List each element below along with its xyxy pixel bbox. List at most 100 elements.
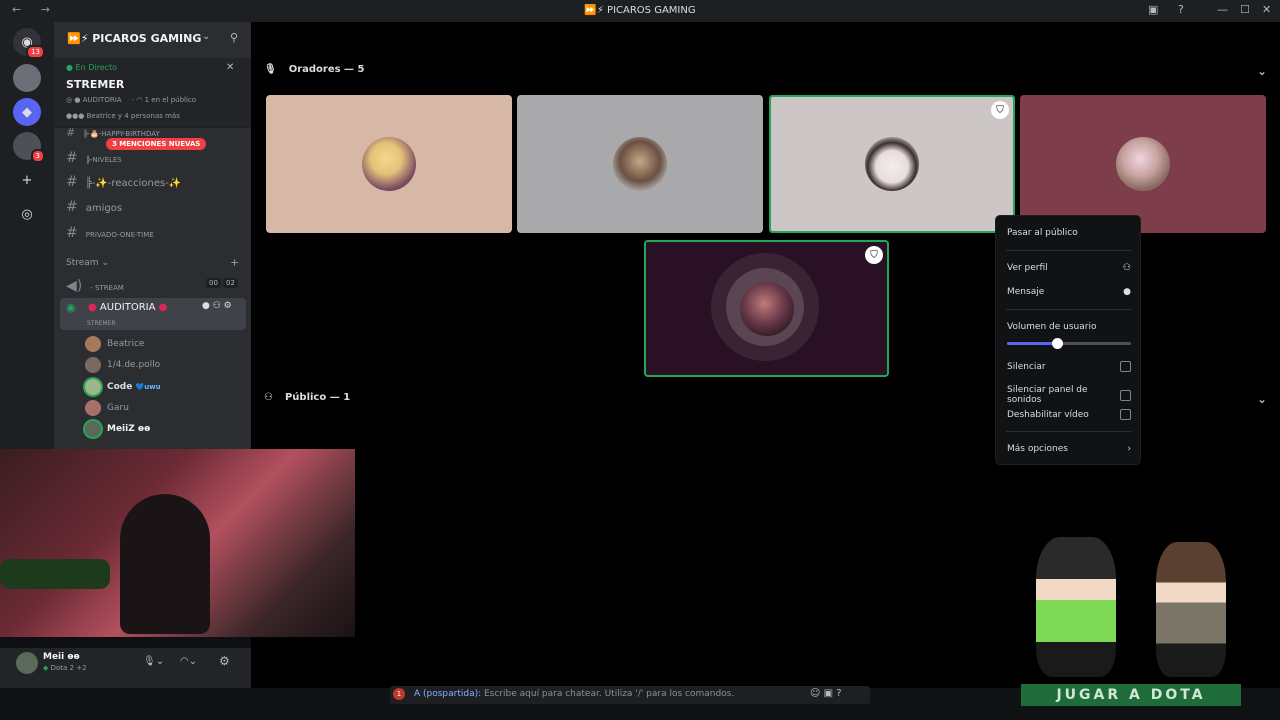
volume-label: Volumen de usuario	[1007, 322, 1097, 332]
live-dot-icon: ●	[66, 63, 73, 72]
chibi-sticker	[1036, 537, 1116, 677]
server-icon[interactable]: 3	[13, 132, 45, 163]
avatar	[1116, 137, 1170, 191]
speaker-tile-speaking[interactable]: ⛉	[644, 240, 889, 377]
speaker-tile[interactable]	[266, 95, 512, 233]
audience-icon: ⚇	[264, 392, 273, 403]
avatar	[739, 281, 794, 336]
volume-slider[interactable]	[1007, 338, 1131, 349]
channel-niveles[interactable]: # ╠-NIVELES	[66, 150, 122, 166]
voice-status-panel: ● En Directo ✕ STREMER ◎ ● AUDITORIA · ◠…	[54, 58, 251, 128]
auditoria-subtitle: STREMER	[87, 320, 116, 327]
chat-prefix: A (pospartida):	[414, 689, 482, 699]
minimize-button[interactable]: —	[1217, 3, 1228, 16]
speaker-tile[interactable]	[517, 95, 763, 233]
explore-icon[interactable]: ◎	[13, 200, 41, 228]
help-icon[interactable]: ?	[1178, 3, 1184, 16]
voice-user[interactable]: Code 💙uwu	[85, 379, 161, 395]
add-channel-icon[interactable]: +	[230, 256, 239, 269]
disable-video-item[interactable]: Deshabilitar vídeo	[1007, 409, 1131, 420]
server-icon-active[interactable]: ◆	[13, 98, 41, 126]
volume-knob[interactable]	[1051, 338, 1063, 349]
channel-reacciones[interactable]: # ╠-✨-reacciones-✨	[66, 174, 181, 190]
channel-privado[interactable]: # PRIVADO-ONE-TIME	[66, 225, 154, 241]
settings-gear-icon[interactable]: ⚙	[219, 654, 230, 668]
voice-user[interactable]: Beatrice	[85, 336, 144, 352]
chat-badge: 1	[393, 688, 405, 700]
audience-header[interactable]: ⚇ Público — 1	[264, 392, 350, 403]
channel-auditoria[interactable]: ◉ ● AUDITORIA ● STREMER ● ⚇ ⚙	[60, 298, 246, 330]
game-icon: ◆	[43, 664, 49, 672]
avatar	[362, 137, 416, 191]
garland	[0, 559, 110, 589]
headphones-icon: · ◠	[131, 96, 143, 104]
chibi-sticker	[1156, 542, 1226, 677]
chevron-down-icon[interactable]: ⌄	[1257, 64, 1267, 78]
username: Meii ɵɵ	[43, 652, 80, 662]
speakers-header[interactable]: 🎙 Oradores — 5	[264, 64, 365, 75]
stage-channel: AUDITORIA	[82, 96, 122, 104]
invite-icon[interactable]: ⚲	[230, 31, 238, 44]
title-bar: ← → ⏩⚡ PICAROS GAMING ▣ ? — ☐ ✕	[0, 0, 1280, 22]
members-line: Beatrice y 4 personas más	[86, 112, 180, 120]
avatar	[613, 137, 667, 191]
message-item[interactable]: Mensaje ●	[1007, 287, 1131, 297]
mute-item[interactable]: Silenciar	[1007, 361, 1131, 372]
channel-sidebar: ⏩⚡ PICAROS GAMING ⌄ ⚲ ● En Directo ✕ STR…	[54, 22, 251, 449]
speaker-tile[interactable]	[1020, 95, 1266, 233]
volume-fill	[1007, 342, 1057, 345]
chat-bubble-icon: ●	[1123, 287, 1131, 297]
live-status: En Directo	[75, 63, 118, 72]
chevron-down-icon[interactable]: ⌄	[1257, 392, 1267, 406]
play-dota-button[interactable]: JUGAR A DOTA	[1021, 684, 1241, 706]
chevron-down-icon[interactable]: ⌄	[202, 31, 210, 42]
server-rail: ◉ 13 ◆ 3 + ◎	[0, 22, 54, 449]
headphones-icon[interactable]: ◠⌄	[180, 656, 197, 667]
avatar[interactable]	[16, 652, 38, 674]
stream-count-a: 00	[206, 278, 221, 288]
channel-stream[interactable]: ◀) - STREAM	[66, 278, 124, 294]
dm-badge: 13	[26, 45, 45, 59]
new-mentions-pill[interactable]: 3 MENCIONES NUEVAS	[106, 138, 207, 150]
chat-icon[interactable]: ● ⚇ ⚙	[202, 301, 232, 311]
move-to-audience-item[interactable]: Pasar al público	[1007, 228, 1131, 238]
mute-soundboard-checkbox	[1120, 389, 1131, 401]
server-badge: 3	[30, 149, 45, 163]
chevron-right-icon: ›	[1127, 444, 1131, 454]
mic-icon: 🎙	[264, 64, 277, 75]
avatar	[865, 137, 919, 191]
channel-amigos[interactable]: # amigos	[66, 199, 122, 215]
stage-icon: ◎ ●	[66, 96, 81, 104]
stream-count-b: 02	[223, 278, 238, 288]
voice-user[interactable]: Garu	[85, 400, 129, 416]
direct-messages-button[interactable]: ◉ 13	[13, 28, 45, 59]
auditoria-label: AUDITORIA	[99, 302, 156, 313]
emoji-icon[interactable]: ☺ ▣ ?	[810, 688, 842, 699]
user-panel: Meii ɵɵ ◆ Dota 2 +2 🎙⌄ ◠⌄ ⚙	[0, 648, 251, 688]
audience-count: 1 en el público	[144, 96, 197, 104]
speaker-icon: ◀)	[66, 278, 83, 294]
server-name[interactable]: ⏩⚡ PICAROS GAMING	[67, 32, 201, 45]
stage-title: STREMER	[66, 78, 125, 91]
close-icon[interactable]: ✕	[226, 62, 234, 73]
server-icon[interactable]	[13, 64, 41, 92]
mute-soundboard-item[interactable]: Silenciar panel de sonidos	[1007, 385, 1131, 405]
game-chat-input[interactable]: 1 A (pospartida): Escribe aquí para chat…	[390, 686, 870, 704]
category-stream[interactable]: Stream ⌄	[66, 258, 109, 268]
mic-icon[interactable]: 🎙⌄	[143, 656, 164, 667]
webcam-overlay	[0, 449, 355, 637]
speaker-tile-speaking[interactable]: ⛉	[769, 95, 1015, 233]
voice-user[interactable]: 1/4.de.pollo	[85, 357, 160, 373]
window-title: ⏩⚡ PICAROS GAMING	[584, 5, 696, 16]
maximize-button[interactable]: ☐	[1240, 3, 1250, 16]
user-context-menu: Pasar al público Ver perfil ⚇ Mensaje ● Vo…	[995, 215, 1141, 465]
add-server-icon[interactable]: +	[13, 166, 41, 194]
moderator-shield-icon: ⛉	[991, 101, 1009, 119]
close-window-button[interactable]: ✕	[1262, 3, 1271, 16]
disable-video-checkbox	[1120, 409, 1131, 420]
user-icon: ⚇	[1122, 263, 1131, 273]
view-profile-item[interactable]: Ver perfil ⚇	[1007, 263, 1131, 273]
more-options-item[interactable]: Más opciones ›	[1007, 444, 1131, 454]
voice-user[interactable]: MeiiZ ɵɵ	[85, 421, 150, 437]
inbox-icon[interactable]: ▣	[1148, 3, 1158, 16]
